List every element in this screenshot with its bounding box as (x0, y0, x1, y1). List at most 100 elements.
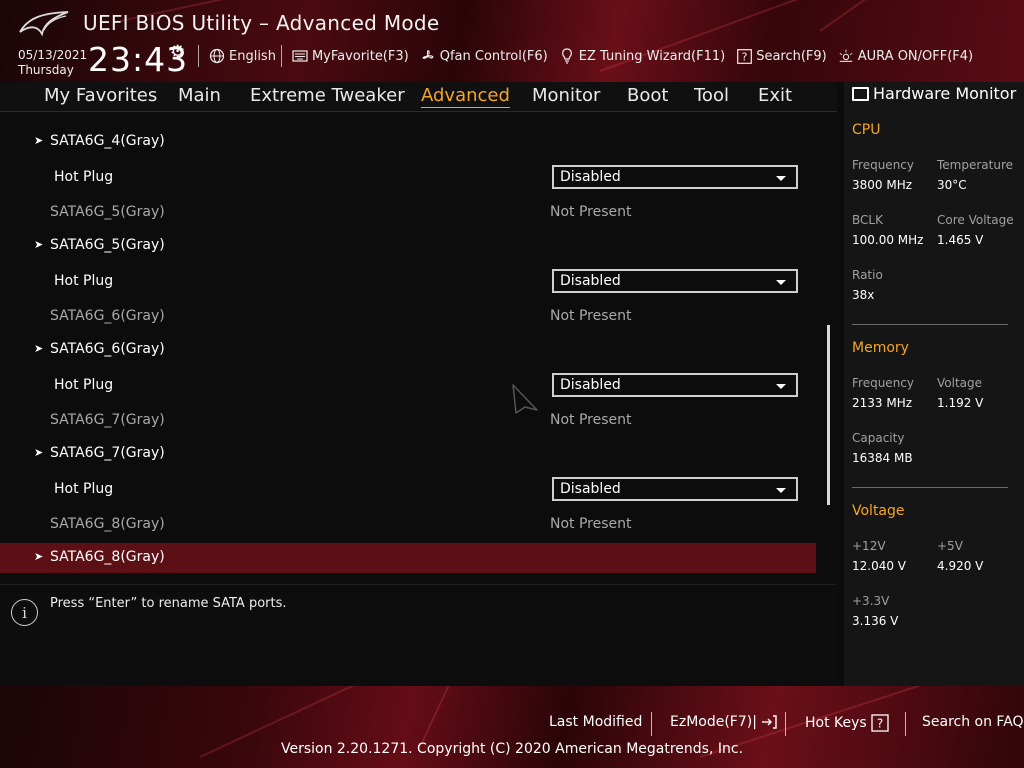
submenu-label: SATA6G_8(Gray) (50, 549, 165, 565)
qfan-control-label: Qfan Control(F6) (439, 48, 548, 64)
capacity-label: Capacity (852, 431, 905, 445)
help-text: Press “Enter” to rename SATA ports. (50, 596, 287, 611)
aura-icon (838, 48, 854, 64)
v12-value: 12.040 V (852, 559, 907, 573)
setting-label: Hot Plug (54, 377, 114, 393)
voltage-section-title: Voltage (852, 503, 905, 519)
globe-icon (209, 48, 225, 64)
clock-settings-gear-icon[interactable]: ⚙ (170, 42, 185, 62)
search-label: Search(F9) (756, 48, 827, 64)
myfavorite-button[interactable]: MyFavorite(F3) (282, 48, 414, 64)
last-modified-button[interactable]: Last Modified (549, 714, 642, 730)
submenu-arrow-icon: ➤ (34, 342, 44, 355)
ratio-value: 38x (852, 288, 875, 302)
cpu-temperature-label: Temperature (937, 158, 1014, 172)
mouse-cursor-icon (512, 384, 538, 414)
hot-plug-dropdown[interactable]: Disabled (552, 165, 798, 189)
ratio-label: Ratio (852, 268, 883, 282)
port-label: SATA6G_5(Gray) (50, 204, 165, 220)
tab-extreme-tweaker[interactable]: Extreme Tweaker (250, 85, 405, 106)
hot-plug-setting: Hot Plug Disabled (0, 371, 816, 401)
port-status-row: SATA6G_6(Gray) Not Present (0, 302, 816, 332)
footer-separator (785, 712, 786, 736)
tab-advanced[interactable]: Advanced (421, 85, 510, 108)
help-panel: i Press “Enter” to rename SATA ports. (0, 584, 837, 686)
settings-panel: ➤ SATA6G_4(Gray) Hot Plug Disabled SATA6… (0, 112, 837, 578)
submenu-label: SATA6G_5(Gray) (50, 237, 165, 253)
submenu-arrow-icon: ➤ (34, 446, 44, 459)
tab-main[interactable]: Main (178, 85, 221, 106)
dropdown-value: Disabled (560, 377, 621, 393)
chevron-down-icon (776, 488, 786, 493)
hot-plug-dropdown[interactable]: Disabled (552, 477, 798, 501)
hardware-monitor-title: Hardware Monitor (852, 84, 1016, 103)
submenu-sata6g-6[interactable]: ➤ SATA6G_6(Gray) (0, 335, 816, 365)
monitor-icon (852, 86, 869, 101)
hot-plug-dropdown[interactable]: Disabled (552, 269, 798, 293)
core-voltage-value: 1.465 V (937, 233, 984, 247)
hot-keys-label: Hot Keys (805, 715, 867, 731)
submenu-arrow-icon: ➤ (34, 238, 44, 251)
setting-label: Hot Plug (54, 481, 114, 497)
v33-value: 3.136 V (852, 614, 899, 628)
aura-toggle-button[interactable]: AURA ON/OFF(F4) (832, 48, 978, 64)
fan-icon (420, 48, 436, 64)
chevron-down-icon (776, 384, 786, 389)
memory-frequency-label: Frequency (852, 376, 914, 390)
rog-logo-icon (19, 11, 69, 36)
qfan-control-button[interactable]: Qfan Control(F6) (414, 48, 553, 64)
footer-separator (905, 712, 906, 736)
bclk-value: 100.00 MHz (852, 233, 924, 247)
tab-boot[interactable]: Boot (627, 85, 668, 106)
port-status: Not Present (550, 516, 632, 532)
dropdown-value: Disabled (560, 169, 621, 185)
port-label: SATA6G_7(Gray) (50, 412, 165, 428)
port-status: Not Present (550, 412, 632, 428)
language-label: English (229, 48, 276, 64)
cpu-section-title: CPU (852, 122, 881, 138)
chevron-down-icon (776, 280, 786, 285)
chevron-down-icon (776, 176, 786, 181)
bclk-label: BCLK (852, 213, 883, 227)
ezmode-label: EzMode(F7)| (670, 714, 757, 730)
submenu-sata6g-5[interactable]: ➤ SATA6G_5(Gray) (0, 231, 816, 261)
submenu-sata6g-8[interactable]: ➤ SATA6G_8(Gray) (0, 543, 816, 573)
myfavorite-label: MyFavorite(F3) (311, 48, 409, 64)
language-button[interactable]: English (199, 48, 281, 64)
setting-label: Hot Plug (54, 169, 114, 185)
app-title: UEFI BIOS Utility – Advanced Mode (83, 11, 440, 35)
hot-plug-setting: Hot Plug Disabled (0, 163, 816, 193)
tab-my-favorites[interactable]: My Favorites (44, 85, 157, 106)
hardware-monitor-panel: Hardware Monitor CPU Frequency Temperatu… (844, 82, 1024, 686)
section-divider (852, 324, 1008, 325)
submenu-label: SATA6G_4(Gray) (50, 133, 165, 149)
setting-label: Hot Plug (54, 273, 114, 289)
cpu-frequency-label: Frequency (852, 158, 914, 172)
svg-text:?: ? (877, 717, 883, 731)
lightbulb-icon (559, 48, 575, 64)
scrollbar[interactable] (827, 325, 830, 505)
search-faq-label: Search on FAQ (922, 714, 1024, 730)
main-nav: My Favorites Main Extreme Tweaker Advanc… (0, 82, 837, 112)
footer-separator (651, 712, 652, 736)
hot-plug-dropdown[interactable]: Disabled (552, 373, 798, 397)
search-faq-button[interactable]: Search on FAQ (922, 714, 1024, 730)
tab-tool[interactable]: Tool (694, 85, 729, 106)
ez-tuning-wizard-label: EZ Tuning Wizard(F11) (578, 48, 726, 64)
question-icon: ? (871, 714, 889, 732)
submenu-sata6g-7[interactable]: ➤ SATA6G_7(Gray) (0, 439, 816, 469)
memory-voltage-value: 1.192 V (937, 396, 984, 410)
day-text: Thursday (18, 63, 74, 77)
date-display: 05/13/2021 Thursday (18, 48, 87, 78)
ezmode-button[interactable]: EzMode(F7)| (670, 714, 777, 730)
submenu-sata6g-4[interactable]: ➤ SATA6G_4(Gray) (0, 127, 816, 157)
dropdown-value: Disabled (560, 273, 621, 289)
hot-keys-button[interactable]: Hot Keys ? (805, 714, 889, 732)
tab-exit[interactable]: Exit (758, 85, 792, 106)
ez-tuning-wizard-button[interactable]: EZ Tuning Wizard(F11) (553, 48, 730, 64)
tab-monitor[interactable]: Monitor (532, 85, 600, 106)
port-status-row: SATA6G_7(Gray) Not Present (0, 406, 816, 436)
submenu-label: SATA6G_6(Gray) (50, 341, 165, 357)
port-status: Not Present (550, 308, 632, 324)
search-button[interactable]: ? Search(F9) (730, 48, 832, 64)
